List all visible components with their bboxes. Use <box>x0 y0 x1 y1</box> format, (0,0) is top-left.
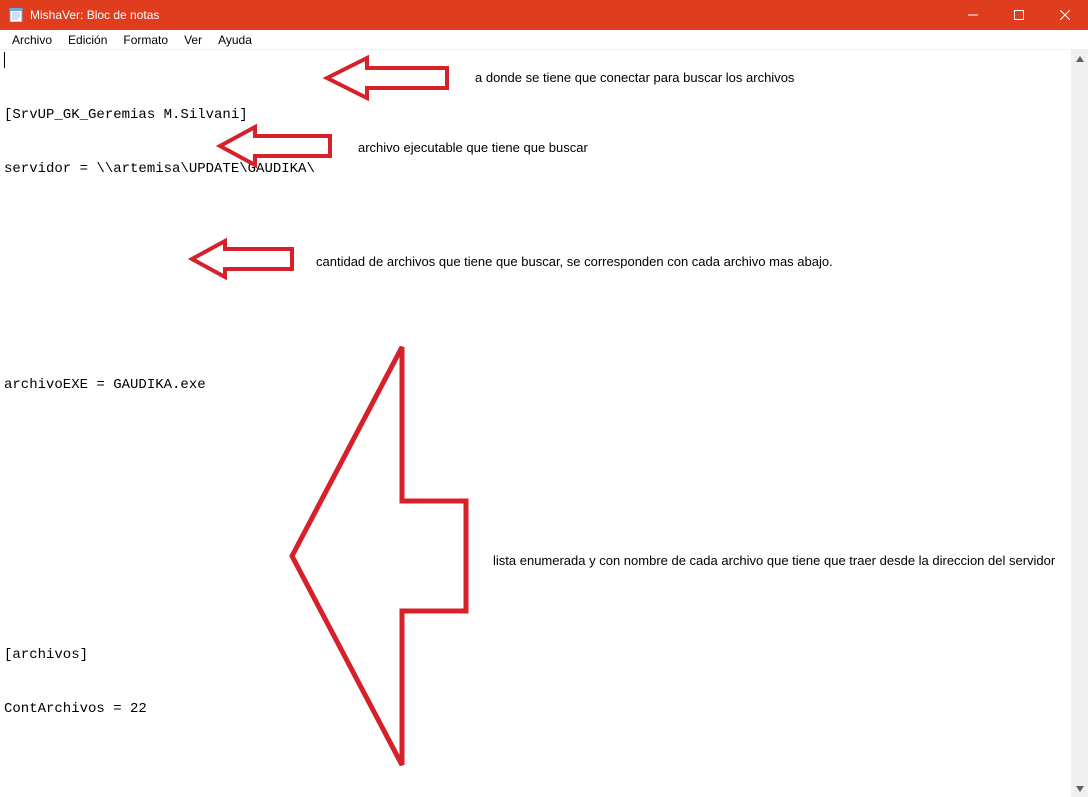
annotation-text: lista enumerada y con nombre de cada arc… <box>493 552 1073 570</box>
menu-ver[interactable]: Ver <box>176 32 210 48</box>
menu-formato[interactable]: Formato <box>115 32 176 48</box>
code-line: [SrvUP_GK_Geremias M.Silvani] <box>4 106 1084 124</box>
window-controls <box>950 0 1088 30</box>
scroll-down-arrow-icon[interactable] <box>1071 780 1088 797</box>
notepad-icon <box>8 7 24 23</box>
menu-bar: Archivo Edición Formato Ver Ayuda <box>0 30 1088 50</box>
code-line <box>4 754 1084 772</box>
code-line: servidor = \\artemisa\UPDATE\GAUDIKA\ <box>4 160 1084 178</box>
close-button[interactable] <box>1042 0 1088 30</box>
window-title: MishaVer: Bloc de notas <box>30 8 159 22</box>
code-line: archivoEXE = GAUDIKA.exe <box>4 376 1084 394</box>
arrow-left-icon <box>187 237 297 281</box>
menu-edicion[interactable]: Edición <box>60 32 115 48</box>
code-line: [archivos] <box>4 646 1084 664</box>
editor-area[interactable]: [SrvUP_GK_Geremias M.Silvani] servidor =… <box>0 50 1088 797</box>
scroll-up-arrow-icon[interactable] <box>1071 50 1088 67</box>
code-line: ContArchivos = 22 <box>4 700 1084 718</box>
arrow-left-icon <box>322 53 452 103</box>
text-cursor <box>4 52 5 68</box>
arrow-left-icon <box>282 341 472 771</box>
code-line <box>4 592 1084 610</box>
window-titlebar: MishaVer: Bloc de notas <box>0 0 1088 30</box>
code-line <box>4 322 1084 340</box>
code-line <box>4 484 1084 502</box>
code-line <box>4 214 1084 232</box>
minimize-button[interactable] <box>950 0 996 30</box>
annotation-text: a donde se tiene que conectar para busca… <box>475 69 794 87</box>
code-line <box>4 430 1084 448</box>
maximize-button[interactable] <box>996 0 1042 30</box>
menu-ayuda[interactable]: Ayuda <box>210 32 260 48</box>
arrow-left-icon <box>215 123 335 169</box>
annotation-text: cantidad de archivos que tiene que busca… <box>316 253 833 271</box>
annotation-text: archivo ejecutable que tiene que buscar <box>358 139 588 157</box>
menu-archivo[interactable]: Archivo <box>4 32 60 48</box>
vertical-scrollbar[interactable] <box>1071 50 1088 797</box>
